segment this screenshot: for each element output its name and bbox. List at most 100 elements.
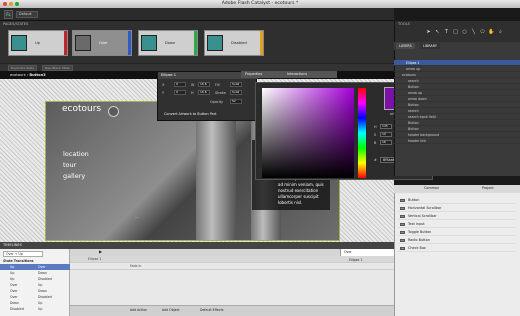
- opacity-field[interactable]: 52: [230, 99, 242, 104]
- states-subbar: Duplicate State New Blank State: [0, 63, 394, 71]
- state-thumbnail: [75, 35, 91, 51]
- breadcrumb-root[interactable]: ecotours: [10, 73, 26, 77]
- tab-properties[interactable]: Properties: [245, 71, 262, 78]
- workspace-select[interactable]: Default: [16, 11, 38, 18]
- state-thumbnail: [207, 35, 223, 51]
- convert-artwork-button[interactable]: Convert Artwork to Button Part: [164, 112, 216, 116]
- check-box-icon: [400, 247, 405, 250]
- add-object-button[interactable]: Add Object: [162, 308, 180, 312]
- state-color-bar: [128, 31, 131, 55]
- component-radio-button[interactable]: Radio Button: [398, 237, 516, 244]
- default-effects-button[interactable]: Default Effects: [200, 308, 224, 312]
- b-channel-field[interactable]: 16: [380, 140, 392, 145]
- vertical-scrollbar-icon: [400, 215, 405, 218]
- component-horizontal-scrollbar[interactable]: Horizontal Scrollbar: [398, 205, 516, 212]
- close-window-button[interactable]: [3, 2, 7, 6]
- transition-select[interactable]: Over → Up: [3, 251, 43, 257]
- component-check-box[interactable]: Check Box: [398, 245, 516, 252]
- component-button[interactable]: Button: [398, 197, 516, 204]
- hex-label: #: [374, 158, 377, 162]
- ellipse-button-icon[interactable]: [108, 106, 119, 117]
- ellipse-tool-icon[interactable]: ○: [461, 29, 468, 36]
- layer-name: search: [408, 109, 419, 113]
- minimize-window-button[interactable]: [9, 2, 13, 6]
- state-over[interactable]: Over: [72, 30, 132, 56]
- transition-row[interactable]: Disabled Up: [0, 306, 70, 312]
- component-toggle-button[interactable]: Toggle Button: [398, 229, 516, 236]
- app-bar: Fc Default: [0, 8, 394, 21]
- h-field[interactable]: 16.6: [198, 90, 210, 95]
- pager-dots: ...: [135, 214, 139, 219]
- timeline-track[interactable]: Ellipse 1: [70, 256, 394, 263]
- state-thumbnail: [11, 35, 27, 51]
- fill-select[interactable]: Solid: [230, 82, 242, 87]
- saturation-brightness-field[interactable]: [262, 88, 354, 178]
- y-field[interactable]: 0: [174, 90, 186, 95]
- x-field[interactable]: 0: [174, 82, 186, 87]
- state-down[interactable]: Down: [138, 30, 198, 56]
- layer-name: arrow up: [406, 67, 421, 71]
- state-label: Up: [35, 41, 40, 45]
- layer-row[interactable]: header line: [394, 138, 520, 144]
- tab-library[interactable]: LIBRARY: [420, 43, 440, 49]
- state-disabled[interactable]: Disabled: [204, 30, 264, 56]
- nav-location[interactable]: location: [63, 150, 89, 158]
- tab-layers[interactable]: LAYERS: [396, 43, 415, 49]
- timeline-footer: Add Action Add Object Default Effects: [70, 305, 394, 316]
- add-action-button[interactable]: Add Action: [130, 308, 147, 312]
- state-color-bar: [260, 31, 263, 55]
- layers-tabs: LAYERS LIBRARY: [394, 42, 520, 50]
- layer-name: search input field: [408, 115, 436, 119]
- component-label: Check Box: [408, 246, 426, 250]
- state-label: Over: [99, 41, 108, 45]
- component-vertical-scrollbar[interactable]: Vertical Scrollbar: [398, 213, 516, 220]
- w-field[interactable]: 16.6: [198, 82, 210, 87]
- components-tabs: Common Project: [394, 185, 520, 193]
- tab-project[interactable]: Project: [482, 186, 494, 190]
- text-tool-icon[interactable]: T: [443, 29, 450, 36]
- state-column-item[interactable]: Ellipse 1: [349, 258, 362, 262]
- body-text: sed utiliquet. Ut wise enim ad minim ven…: [278, 176, 331, 205]
- zoom-window-button[interactable]: [15, 2, 19, 6]
- rectangle-tool-icon[interactable]: □: [452, 29, 459, 36]
- state-transitions-list: Over → Up State Transitions Up Over Up Dow…: [0, 249, 70, 316]
- layer-name: Button: [408, 85, 419, 89]
- timeline-effect[interactable]: Fade In: [70, 263, 394, 270]
- tab-interactions[interactable]: Interactions: [287, 71, 307, 78]
- layer-name: search: [408, 79, 419, 83]
- nav-tour[interactable]: tour: [63, 161, 76, 169]
- stroke-label: Stroke: [215, 91, 226, 95]
- playback-controls[interactable]: ▶: [99, 249, 124, 255]
- button-icon: [400, 199, 405, 202]
- state-label: Disabled: [231, 41, 247, 45]
- direct-select-tool-icon[interactable]: ↖: [434, 29, 441, 36]
- tab-common[interactable]: Common: [424, 186, 439, 190]
- s-channel-label: S: [374, 133, 377, 137]
- hand-tool-icon[interactable]: ✋: [488, 29, 495, 36]
- state-column: Over Ellipse 1: [340, 249, 394, 262]
- select-tool-icon[interactable]: ➤: [425, 29, 432, 36]
- layer-name: Button: [408, 103, 419, 107]
- state-up[interactable]: Up: [8, 30, 68, 56]
- state-color-bar: [64, 31, 67, 55]
- component-label: Vertical Scrollbar: [408, 214, 437, 218]
- polygon-tool-icon[interactable]: ⬠: [479, 29, 486, 36]
- hue-slider[interactable]: [358, 88, 366, 178]
- state-color-bar: [194, 31, 197, 55]
- component-label: Toggle Button: [408, 230, 432, 234]
- nav-gallery[interactable]: gallery: [63, 172, 85, 180]
- layer-name: Button: [408, 121, 419, 125]
- breadcrumb-current[interactable]: Button3: [29, 73, 45, 77]
- h-channel-label: H: [374, 125, 377, 129]
- zoom-tool-icon[interactable]: ⌕: [497, 29, 504, 36]
- line-tool-icon[interactable]: ╲: [470, 29, 477, 36]
- stroke-select[interactable]: Solid: [230, 90, 242, 95]
- component-label: Button: [408, 198, 420, 202]
- component-text-input[interactable]: Text Input: [398, 221, 516, 228]
- text-input-icon: [400, 223, 405, 226]
- h-channel-field[interactable]: 145: [380, 124, 392, 129]
- brand-logo-text: ecotours: [62, 104, 102, 114]
- opacity-label: Opacity: [210, 100, 224, 104]
- component-label: Horizontal Scrollbar: [408, 206, 442, 210]
- s-channel-field[interactable]: 10: [380, 132, 392, 137]
